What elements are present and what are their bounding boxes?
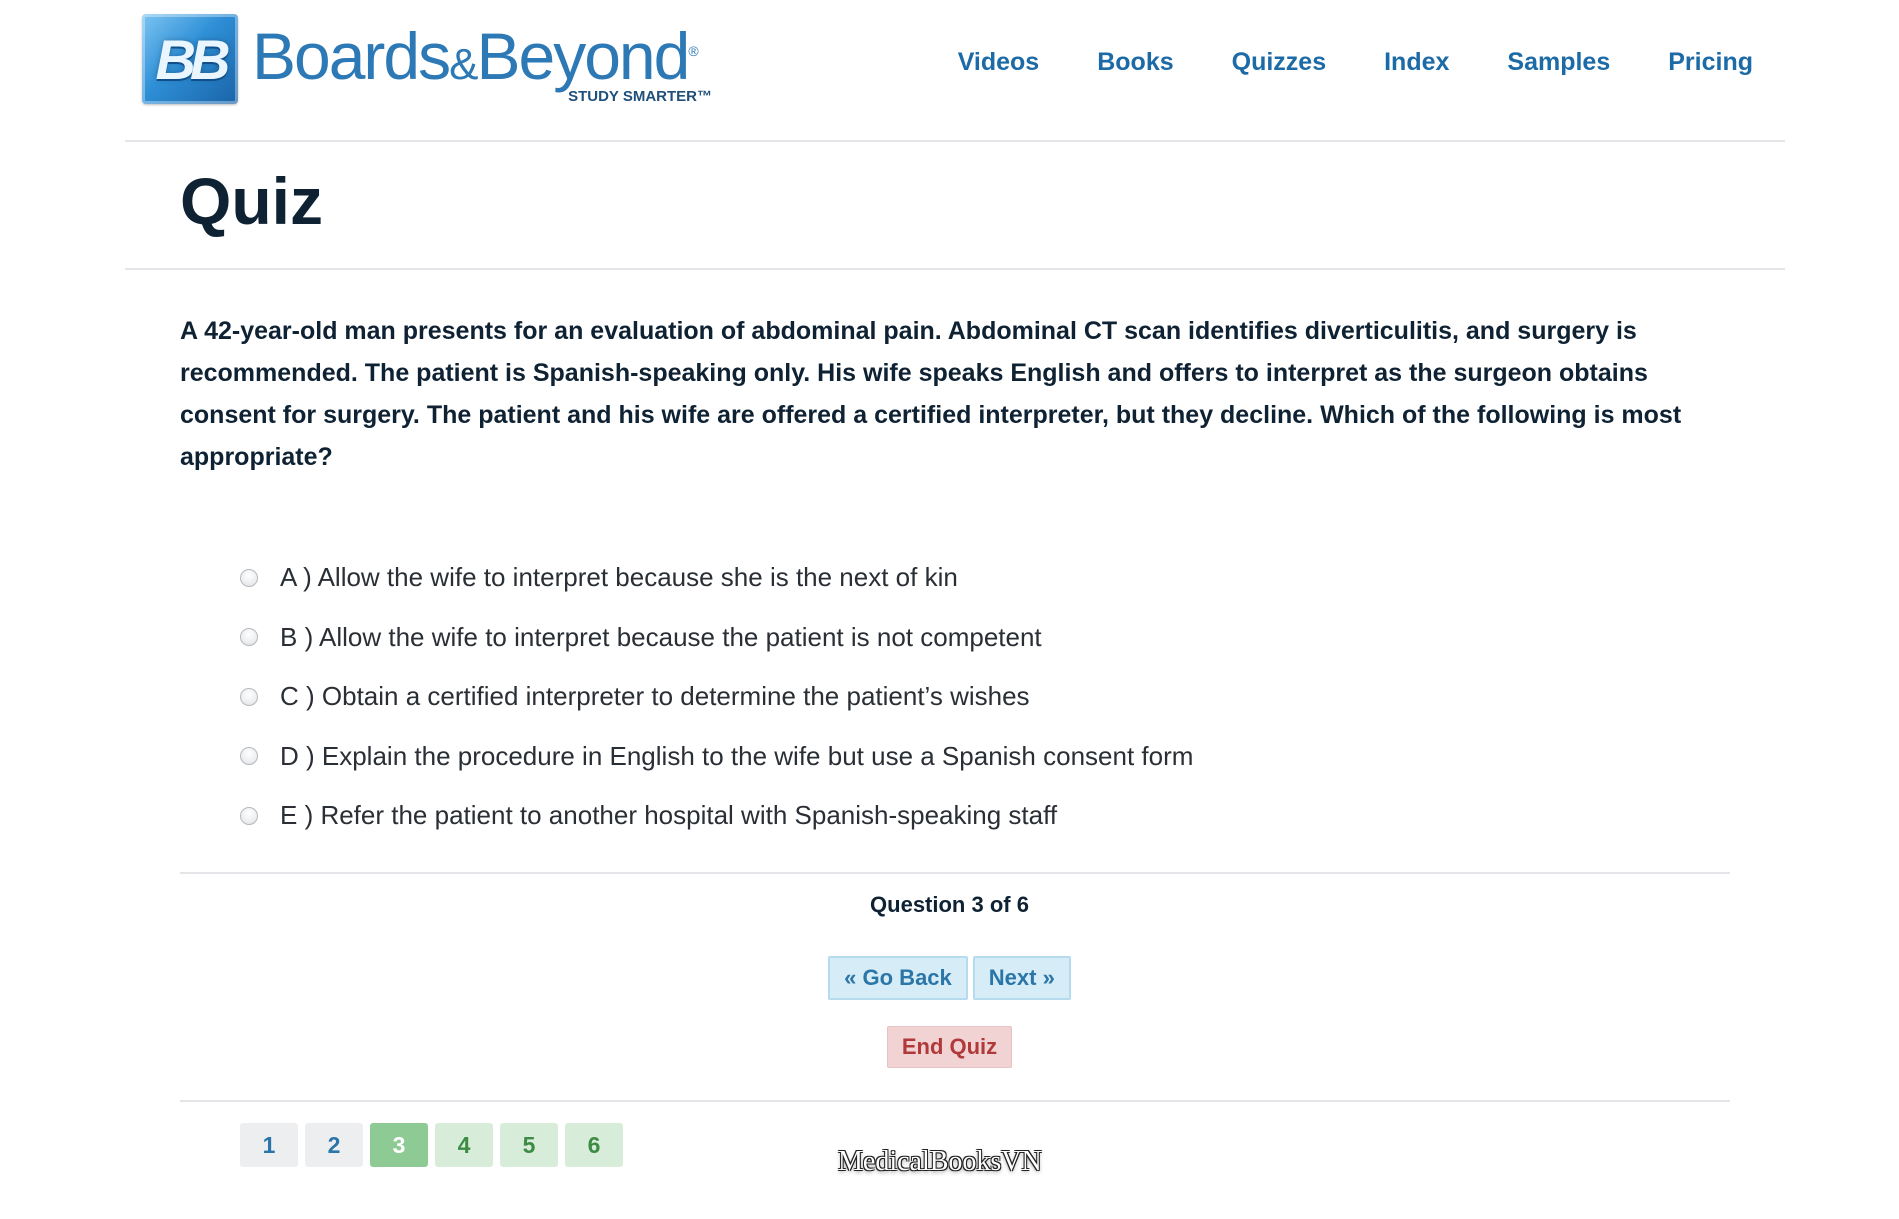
logo-registered: ®	[688, 43, 698, 59]
pager-item-5[interactable]: 5	[500, 1123, 558, 1167]
radio-button[interactable]	[240, 747, 258, 766]
answer-option-e[interactable]: E ) Refer the patient to another hospita…	[240, 786, 1193, 846]
nav-quizzes[interactable]: Quizzes	[1232, 48, 1326, 77]
nav-books[interactable]: Books	[1097, 48, 1173, 77]
logo-wordmark: Boards&Beyond® STUDY SMARTER™	[252, 14, 722, 105]
radio-button[interactable]	[240, 568, 258, 587]
brand-logo[interactable]: BB Boards&Beyond® STUDY SMARTER™	[142, 14, 722, 105]
logo-tagline: STUDY SMARTER™	[568, 88, 712, 105]
radio-button[interactable]	[240, 687, 258, 706]
answer-option-label: E ) Refer the patient to another hospita…	[280, 800, 1058, 831]
answer-option-label: C ) Obtain a certified interpreter to de…	[280, 681, 1030, 712]
end-quiz-row: End Quiz	[0, 1026, 1899, 1068]
pager-item-6[interactable]: 6	[565, 1123, 623, 1167]
watermark: MedicalBooksVN	[838, 1146, 1042, 1177]
logo-name-part2: Beyond	[476, 19, 690, 93]
pager-item-4[interactable]: 4	[435, 1123, 493, 1167]
pager-item-1[interactable]: 1	[240, 1123, 298, 1167]
answer-option-label: A ) Allow the wife to interpret because …	[280, 562, 958, 593]
go-back-button[interactable]: « Go Back	[828, 956, 968, 1000]
logo-name-amp: &	[449, 40, 478, 89]
answer-option-d[interactable]: D ) Explain the procedure in English to …	[240, 727, 1193, 787]
next-button[interactable]: Next »	[972, 956, 1071, 1000]
quiz-navigation: « Go Back Next »	[0, 956, 1899, 1000]
radio-button[interactable]	[240, 806, 258, 825]
answer-option-c[interactable]: C ) Obtain a certified interpreter to de…	[240, 667, 1193, 727]
logo-badge-icon: BB	[142, 14, 238, 104]
logo-badge-text: BB	[155, 27, 231, 91]
answer-option-a[interactable]: A ) Allow the wife to interpret because …	[240, 548, 1193, 608]
radio-button[interactable]	[240, 628, 258, 647]
main-nav: Videos Books Quizzes Index Samples Prici…	[900, 48, 1753, 77]
logo-name: Boards&Beyond®	[252, 18, 699, 94]
question-text: A 42-year-old man presents for an evalua…	[180, 317, 1682, 471]
site-header: BB Boards&Beyond® STUDY SMARTER™ Videos …	[0, 0, 1899, 142]
pager-divider	[180, 1100, 1730, 1102]
nav-videos[interactable]: Videos	[958, 48, 1040, 77]
question-pager: 1 2 3 4 5 6	[240, 1123, 623, 1167]
page-title: Quiz	[180, 164, 323, 238]
answer-options: A ) Allow the wife to interpret because …	[240, 548, 1193, 846]
options-divider	[180, 872, 1730, 874]
nav-samples[interactable]: Samples	[1507, 48, 1610, 77]
answer-option-b[interactable]: B ) Allow the wife to interpret because …	[240, 608, 1193, 668]
answer-option-label: B ) Allow the wife to interpret because …	[280, 621, 1042, 652]
nav-index[interactable]: Index	[1384, 48, 1449, 77]
header-divider	[125, 140, 1785, 142]
pager-item-2[interactable]: 2	[305, 1123, 363, 1167]
question-progress: Question 3 of 6	[870, 892, 1029, 917]
nav-pricing[interactable]: Pricing	[1668, 48, 1753, 77]
answer-option-label: D ) Explain the procedure in English to …	[280, 740, 1194, 771]
title-divider	[125, 268, 1785, 270]
pager-item-3[interactable]: 3	[370, 1123, 428, 1167]
logo-name-part1: Boards	[252, 19, 451, 93]
end-quiz-button[interactable]: End Quiz	[886, 1026, 1013, 1068]
